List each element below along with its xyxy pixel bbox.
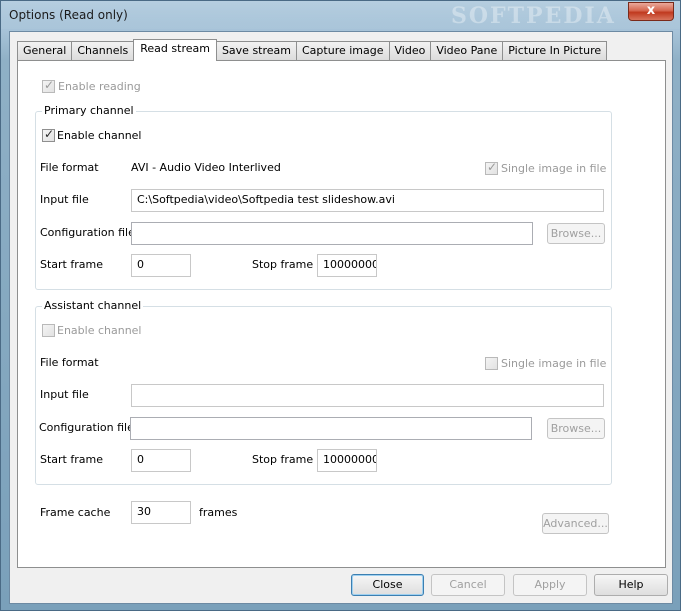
dialog-client-area: General Channels Read stream Save stream… <box>9 31 673 604</box>
assistant-start-frame-label: Start frame <box>40 453 103 466</box>
assistant-input-file-field[interactable] <box>131 384 604 407</box>
primary-start-frame-field[interactable]: 0 <box>131 254 191 277</box>
apply-button[interactable]: Apply <box>513 574 587 596</box>
assistant-single-image-checkbox[interactable] <box>485 357 498 370</box>
primary-config-file-field[interactable] <box>131 222 533 245</box>
primary-start-frame-label: Start frame <box>40 258 103 271</box>
assistant-file-format-label: File format <box>40 356 99 369</box>
assistant-config-file-label: Configuration file <box>39 421 134 434</box>
advanced-button[interactable]: Advanced... <box>542 513 609 534</box>
assistant-enable-channel-checkbox[interactable] <box>42 324 55 337</box>
tab-video-pane[interactable]: Video Pane <box>430 41 504 60</box>
primary-enable-channel-label: Enable channel <box>57 129 142 142</box>
assistant-stop-frame-label: Stop frame <box>252 453 314 466</box>
window-title: Options (Read only) <box>9 8 128 22</box>
primary-config-file-label: Configuration file <box>40 226 135 239</box>
tab-video[interactable]: Video <box>388 41 432 60</box>
primary-stop-frame-label: Stop frame <box>252 258 314 271</box>
tab-general[interactable]: General <box>17 41 73 60</box>
frame-cache-field[interactable]: 30 <box>131 501 191 524</box>
primary-stop-frame-field[interactable]: 100000000 <box>317 254 377 277</box>
assistant-input-file-label: Input file <box>40 388 89 401</box>
options-window: Options (Read only) SOFTPEDIA x General … <box>0 0 681 611</box>
assistant-channel-title: Assistant channel <box>42 299 144 312</box>
enable-reading-label: Enable reading <box>58 80 141 93</box>
assistant-channel-group: Assistant channel Enable channel File fo… <box>35 299 612 485</box>
watermark-logo: SOFTPEDIA <box>451 3 616 29</box>
enable-reading-checkbox[interactable] <box>42 78 55 93</box>
primary-channel-group: Primary channel Enable channel File form… <box>35 104 612 290</box>
close-icon: x <box>646 3 656 18</box>
title-bar[interactable]: Options (Read only) SOFTPEDIA x <box>1 1 680 29</box>
window-close-button[interactable]: x <box>628 2 674 21</box>
primary-channel-title: Primary channel <box>42 104 136 117</box>
tab-capture-image[interactable]: Capture image <box>296 41 390 60</box>
cancel-button[interactable]: Cancel <box>431 574 505 596</box>
assistant-stop-frame-field[interactable]: 100000000 <box>317 449 377 472</box>
assistant-config-file-field[interactable] <box>130 417 532 440</box>
tab-read-stream[interactable]: Read stream <box>133 39 217 61</box>
primary-single-image-checkbox[interactable] <box>485 160 498 175</box>
assistant-start-frame-field[interactable]: 0 <box>131 449 191 472</box>
tab-save-stream[interactable]: Save stream <box>215 41 297 60</box>
tab-channels[interactable]: Channels <box>71 41 135 60</box>
primary-file-format-label: File format <box>40 161 99 174</box>
assistant-enable-channel-label: Enable channel <box>57 324 142 337</box>
help-button[interactable]: Help <box>594 574 668 596</box>
primary-browse-button[interactable]: Browse... <box>547 223 605 244</box>
assistant-browse-button[interactable]: Browse... <box>547 418 605 439</box>
primary-file-format-value: AVI - Audio Video Interlived <box>131 161 281 174</box>
assistant-single-image-label: Single image in file <box>501 357 607 370</box>
primary-single-image-label: Single image in file <box>501 162 607 175</box>
close-button[interactable]: Close <box>351 574 424 596</box>
frame-cache-unit: frames <box>199 506 238 519</box>
frame-cache-label: Frame cache <box>40 506 111 519</box>
primary-input-file-label: Input file <box>40 193 89 206</box>
primary-enable-channel-checkbox[interactable] <box>42 127 55 142</box>
primary-input-file-field[interactable]: C:\Softpedia\video\Softpedia test slides… <box>131 189 604 212</box>
tab-picture-in-picture[interactable]: Picture In Picture <box>502 41 608 60</box>
read-stream-panel: Enable reading Primary channel Enable ch… <box>17 60 666 568</box>
tab-strip: General Channels Read stream Save stream… <box>17 39 608 61</box>
